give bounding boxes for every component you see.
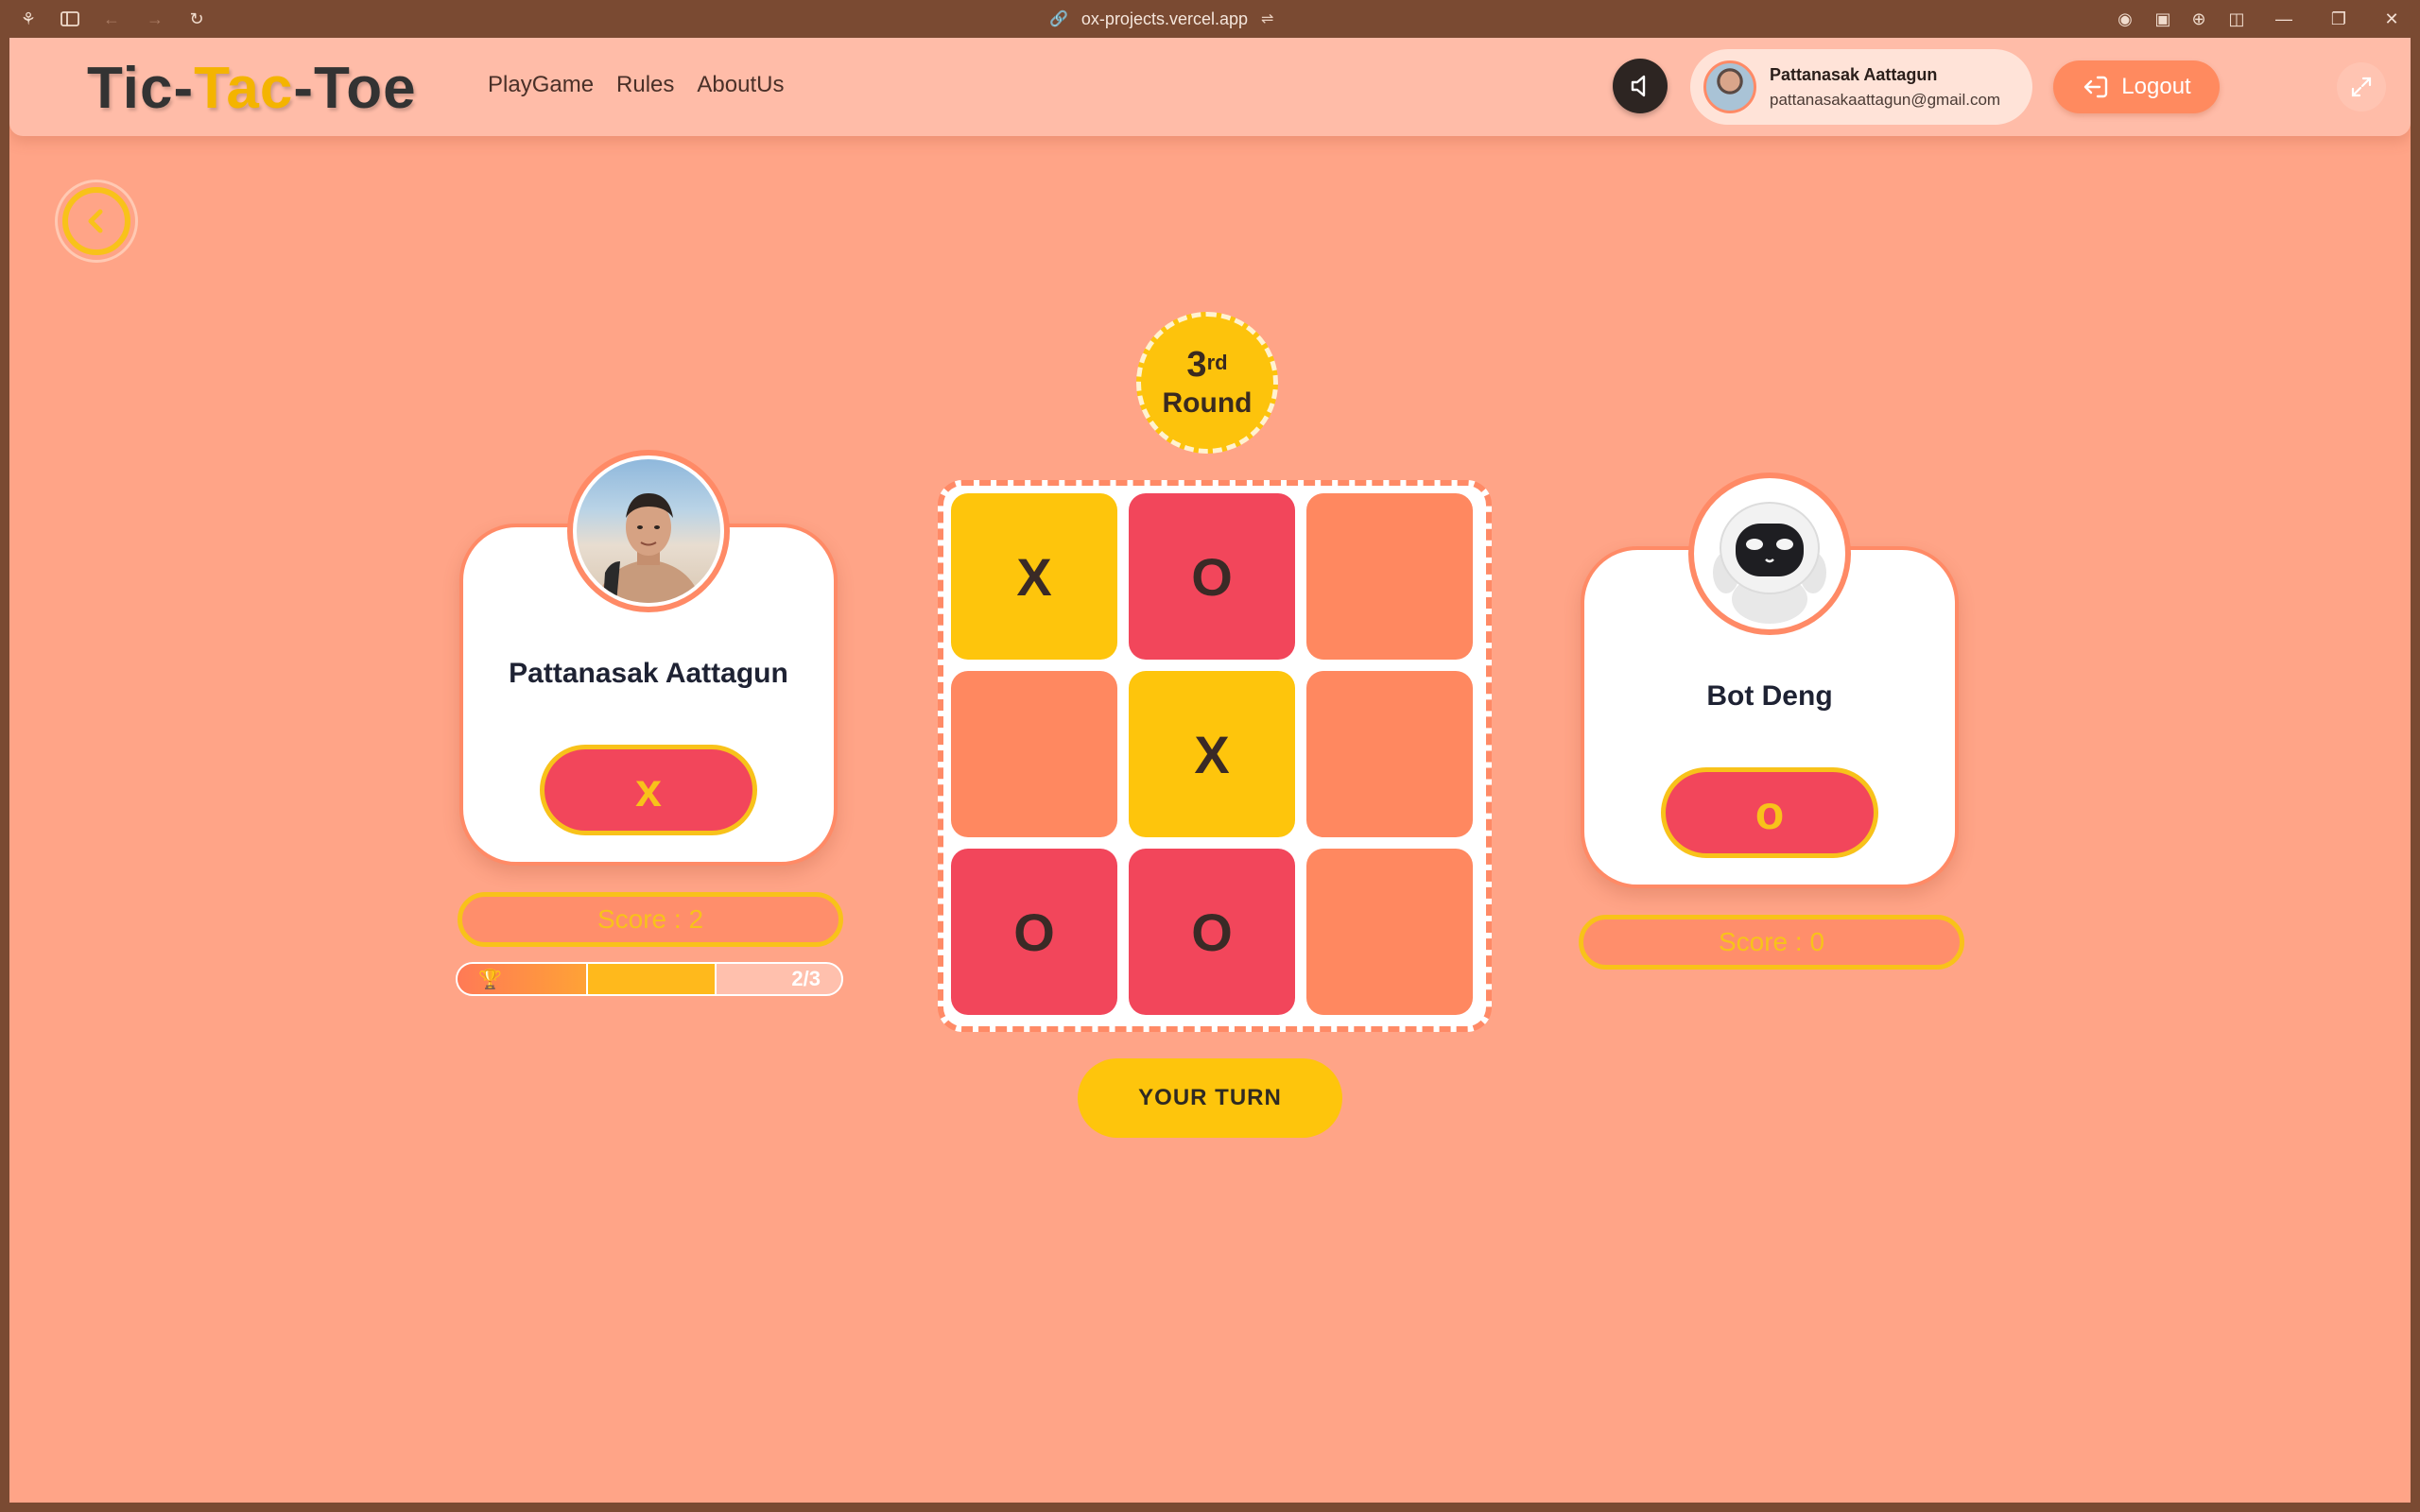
translate-icon[interactable]: ▣ [2152,8,2174,30]
logo-part-tic: Tic- [87,56,195,121]
extension-icon[interactable]: ◉ [2114,8,2136,30]
board-cell-1-1[interactable]: X [951,493,1117,660]
board-cell-3-2[interactable]: O [1129,849,1295,1015]
board-cell-2-2[interactable]: X [1129,671,1295,837]
game-board: XOXOO [938,480,1492,1032]
bot-score: Score : 0 [1579,915,1964,970]
bot-symbol-badge: o [1661,767,1878,858]
player-card: Pattanasak Aattagun x [459,450,838,866]
board-cell-2-1[interactable] [951,671,1117,837]
back-button[interactable] [55,180,138,263]
app-logo[interactable]: Tic-Tac-Toe [87,55,417,122]
user-email: pattanasakaattagun@gmail.com [1770,90,2001,109]
back-button-ring [62,187,130,255]
user-avatar [1703,60,1756,113]
nav-aboutus[interactable]: AboutUs [697,72,784,98]
player-name: Pattanasak Aattagun [509,658,788,689]
browser-menu-icon[interactable]: ⚘ [17,8,40,30]
expand-icon [2351,77,2372,97]
bot-image [1698,482,1841,626]
player-avatar [567,450,730,612]
round-number-value: 3 [1186,345,1207,385]
bot-avatar [1688,472,1851,635]
player-score: Score : 2 [458,892,843,947]
browser-toolbar: ⚘ ← → ↻ 🔗 ox-projects.vercel.app ⇌ ◉ ▣ ⊕… [0,0,2420,38]
player-photo [577,459,720,603]
bot-card: Bot Deng o [1581,472,1959,888]
sound-toggle-button[interactable] [1613,59,1668,113]
minimize-icon[interactable]: — [2271,6,2297,32]
logout-icon [2084,76,2108,98]
round-label: Round [1162,387,1253,419]
trophy-icon: 🏆 [478,970,502,990]
nav-playgame[interactable]: PlayGame [488,72,594,98]
player-symbol-badge: x [540,745,757,835]
progress-segment-2 [586,964,715,994]
board-cell-3-1[interactable]: O [951,849,1117,1015]
globe-icon[interactable]: ⊕ [2187,8,2210,30]
user-profile-chip[interactable]: Pattanasak Aattagun pattanasakaattagun@g… [1690,49,2032,125]
app-header: Tic-Tac-Toe PlayGame Rules AboutUs Patta… [9,38,2411,136]
nav-rules[interactable]: Rules [616,72,674,98]
player-progress-bar: 🏆 2/3 [456,962,843,996]
turn-indicator: YOUR TURN [1078,1058,1342,1138]
round-badge: 3rd Round [1136,312,1278,454]
split-view-icon[interactable]: ◫ [2225,8,2248,30]
user-info: Pattanasak Aattagun pattanasakaattagun@g… [1770,65,2000,110]
url-text: ox-projects.vercel.app [1080,9,1249,28]
speaker-icon [1631,75,1646,97]
progress-text: 2/3 [791,967,821,990]
logout-button[interactable]: Logout [2053,60,2220,113]
board-cell-1-3[interactable] [1306,493,1473,660]
board-cell-3-3[interactable] [1306,849,1473,1015]
close-icon[interactable]: ✕ [2378,6,2405,32]
link-icon: 🔗 [1049,11,1068,27]
progress-divider [715,964,717,994]
forward-nav-icon[interactable]: → [144,8,166,30]
progress-divider [586,964,588,994]
site-settings-icon[interactable]: ⇌ [1261,9,1273,28]
main-nav: PlayGame Rules AboutUs [488,72,784,98]
restore-icon[interactable]: ❐ [2325,6,2352,32]
logo-part-tac: Tac [194,56,294,121]
board-cell-1-2[interactable]: O [1129,493,1295,660]
app-page: Tic-Tac-Toe PlayGame Rules AboutUs Patta… [9,38,2411,1503]
progress-segment-1 [458,964,586,994]
round-number-suffix: rd [1206,351,1228,374]
chevron-left-icon [88,209,103,233]
logout-label: Logout [2121,74,2191,99]
reload-icon[interactable]: ↻ [185,8,208,30]
sidebar-toggle-icon[interactable] [59,8,81,30]
fullscreen-button[interactable] [2337,62,2386,112]
board-cell-2-3[interactable] [1306,671,1473,837]
round-number: 3rd [1186,346,1227,384]
back-nav-icon[interactable]: ← [100,8,123,30]
user-name: Pattanasak Aattagun [1770,64,1938,84]
bot-name: Bot Deng [1706,680,1833,712]
address-bar[interactable]: 🔗 ox-projects.vercel.app ⇌ [1049,6,1273,32]
logo-part-toe: -Toe [293,56,417,121]
